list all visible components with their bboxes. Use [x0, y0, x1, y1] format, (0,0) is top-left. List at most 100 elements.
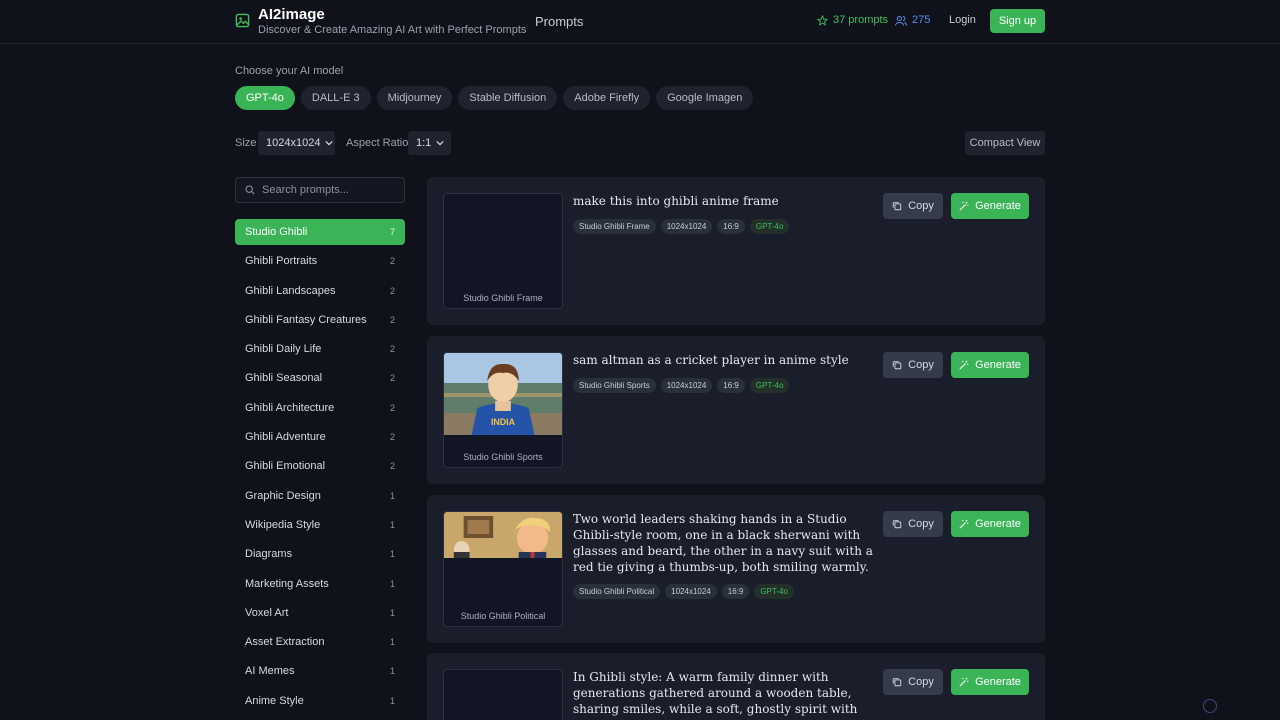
- brand-title[interactable]: AI2image: [258, 6, 325, 23]
- cricket-player-image: INDIA: [444, 353, 562, 435]
- prompt-thumbnail[interactable]: INDIA Studio Ghibli Sports: [443, 352, 563, 468]
- model-chip-adobe-firefly[interactable]: Adobe Firefly: [563, 86, 651, 110]
- generate-button[interactable]: Generate: [951, 193, 1029, 219]
- prompt-text: In Ghibli style: A warm family dinner wi…: [573, 670, 858, 720]
- category-count: 1: [389, 695, 395, 706]
- category-count: 2: [389, 314, 395, 325]
- category-label: Wikipedia Style: [245, 518, 321, 531]
- generate-label: Generate: [975, 200, 1021, 212]
- category-label: AI Memes: [245, 665, 295, 678]
- size-label: Size: [235, 137, 257, 149]
- image-logo-icon[interactable]: [235, 13, 250, 28]
- prompt-card: INDIA Studio Ghibli Sports sam altman as…: [427, 336, 1045, 484]
- copy-button[interactable]: Copy: [883, 511, 943, 537]
- copy-button[interactable]: Copy: [883, 352, 943, 378]
- prompt-text: sam altman as a cricket player in anime …: [573, 353, 849, 367]
- magic-wand-icon: [959, 201, 969, 211]
- search-box: [235, 177, 405, 203]
- category-item-ghibli-fantasy-creatures[interactable]: Ghibli Fantasy Creatures 2: [235, 307, 405, 333]
- category-item-ghibli-landscapes[interactable]: Ghibli Landscapes 2: [235, 278, 405, 304]
- brand-subtitle: Discover & Create Amazing AI Art with Pe…: [258, 24, 527, 36]
- compact-view-button[interactable]: Compact View: [965, 131, 1045, 155]
- category-label: Graphic Design: [245, 489, 321, 502]
- model-chip-google-imagen[interactable]: Google Imagen: [656, 86, 754, 110]
- model-chip-midjourney[interactable]: Midjourney: [376, 86, 453, 110]
- category-item-asset-extraction[interactable]: Asset Extraction 1: [235, 629, 405, 655]
- category-label: Ghibli Portraits: [245, 255, 318, 268]
- category-item-ghibli-adventure[interactable]: Ghibli Adventure 2: [235, 424, 405, 450]
- chevron-down-icon: [325, 140, 334, 146]
- model-chip-dall-e-3[interactable]: DALL-E 3: [300, 86, 371, 110]
- aspect-ratio-select[interactable]: 1:1: [408, 131, 451, 155]
- generate-button[interactable]: Generate: [951, 352, 1029, 378]
- model-chip-gpt-4o[interactable]: GPT-4o: [235, 86, 295, 110]
- aspect-tag: 16:9: [717, 219, 745, 234]
- category-tag: Studio Ghibli Political: [573, 584, 661, 599]
- generate-label: Generate: [975, 518, 1021, 530]
- login-link[interactable]: Login: [949, 14, 976, 26]
- model-chooser: GPT-4o DALL-E 3 Midjourney Stable Diffus…: [235, 86, 754, 110]
- category-item-ghibli-emotional[interactable]: Ghibli Emotional 2: [235, 453, 405, 479]
- copy-label: Copy: [908, 676, 934, 688]
- category-count: 7: [389, 227, 395, 237]
- category-count: 1: [389, 519, 395, 530]
- category-item-voxel-art[interactable]: Voxel Art 1: [235, 600, 405, 626]
- model-tag: GPT-4o: [754, 584, 794, 599]
- model-chip-stable-diffusion[interactable]: Stable Diffusion: [458, 86, 558, 110]
- category-label: Ghibli Architecture: [245, 401, 335, 414]
- category-list: Studio Ghibli 7 Ghibli Portraits 2 Ghibli …: [235, 219, 405, 717]
- prompt-card: Studio Ghibli Frame make this into ghibl…: [427, 177, 1045, 325]
- category-item-graphic-design[interactable]: Graphic Design 1: [235, 483, 405, 509]
- category-label: Anime Style: [245, 694, 304, 707]
- chevron-down-icon: [436, 140, 444, 146]
- generate-button[interactable]: Generate: [951, 669, 1029, 695]
- prompt-text: Two world leaders shaking hands in a Stu…: [573, 512, 873, 574]
- category-item-marketing-assets[interactable]: Marketing Assets 1: [235, 571, 405, 597]
- copy-icon: [892, 678, 902, 687]
- prompt-card: In Ghibli style: A warm family dinner wi…: [427, 653, 1045, 720]
- category-count: 2: [389, 432, 395, 443]
- category-item-ghibli-portraits[interactable]: Ghibli Portraits 2: [235, 248, 405, 274]
- prompt-thumbnail[interactable]: Studio Ghibli Frame: [443, 193, 563, 309]
- category-count: 2: [389, 344, 395, 355]
- generate-button[interactable]: Generate: [951, 511, 1029, 537]
- category-item-ghibli-daily-life[interactable]: Ghibli Daily Life 2: [235, 336, 405, 362]
- category-item-ghibli-seasonal[interactable]: Ghibli Seasonal 2: [235, 365, 405, 391]
- signup-button[interactable]: Sign up: [990, 9, 1045, 33]
- category-item-ai-memes[interactable]: AI Memes 1: [235, 658, 405, 684]
- category-item-wikipedia-style[interactable]: Wikipedia Style 1: [235, 512, 405, 538]
- category-item-studio-ghibli[interactable]: Studio Ghibli 7: [235, 219, 405, 245]
- search-input[interactable]: [262, 184, 392, 196]
- category-item-diagrams[interactable]: Diagrams 1: [235, 541, 405, 567]
- category-label: Ghibli Daily Life: [245, 343, 322, 356]
- prompt-thumbnail[interactable]: Studio Ghibli Political: [443, 511, 563, 627]
- users-icon: [895, 15, 907, 26]
- copy-button[interactable]: Copy: [883, 669, 943, 695]
- prompt-text: make this into ghibli anime frame: [573, 194, 779, 208]
- prompt-thumbnail[interactable]: [443, 669, 563, 720]
- prompts-count-stat: 37 prompts: [817, 14, 888, 26]
- users-count-text: 275: [912, 14, 931, 26]
- top-header: AI2image Discover & Create Amazing AI Ar…: [0, 0, 1280, 44]
- category-count: 1: [389, 637, 395, 648]
- thumbnail-caption: Studio Ghibli Political: [460, 611, 546, 621]
- users-count-stat: 275: [895, 14, 930, 26]
- floating-badge-icon[interactable]: [1203, 699, 1217, 713]
- category-item-ghibli-architecture[interactable]: Ghibli Architecture 2: [235, 395, 405, 421]
- nav-prompts-link[interactable]: Prompts: [535, 14, 583, 29]
- copy-label: Copy: [908, 359, 934, 371]
- category-count: 1: [389, 578, 395, 589]
- size-select[interactable]: 1024x1024: [258, 131, 335, 155]
- copy-icon: [892, 361, 902, 370]
- category-label: Marketing Assets: [245, 577, 329, 590]
- category-count: 2: [389, 461, 395, 472]
- copy-button[interactable]: Copy: [883, 193, 943, 219]
- prompt-card: Studio Ghibli Political Two world leader…: [427, 495, 1045, 643]
- prompts-count-text: 37 prompts: [833, 14, 889, 26]
- copy-label: Copy: [908, 518, 934, 530]
- category-item-anime-style[interactable]: Anime Style 1: [235, 688, 405, 714]
- copy-icon: [892, 202, 902, 211]
- category-count: 2: [389, 256, 395, 267]
- world-leaders-image: [444, 512, 562, 558]
- category-count: 1: [389, 549, 395, 560]
